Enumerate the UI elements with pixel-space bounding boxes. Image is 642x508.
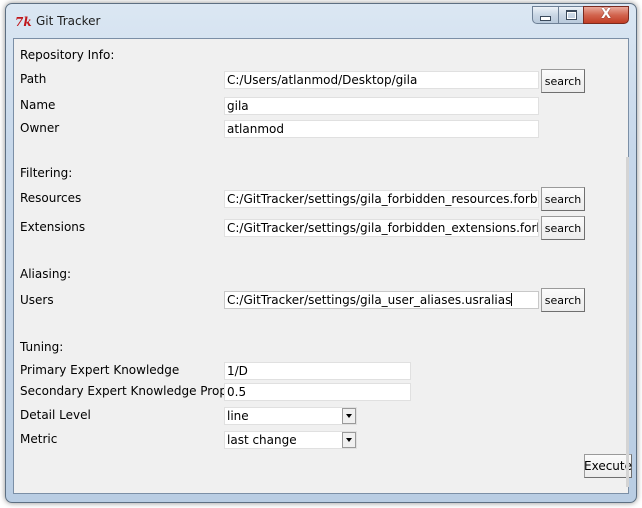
metric-label: Metric xyxy=(20,432,58,446)
resources-input[interactable]: C:/GitTracker/settings/gila_forbidden_re… xyxy=(224,190,539,208)
secondary-expert-label: Secondary Expert Knowledge Prop. xyxy=(20,384,231,398)
detail-level-value: line xyxy=(227,409,249,423)
text-caret xyxy=(511,293,513,306)
name-label: Name xyxy=(20,98,56,112)
users-input[interactable]: C:/GitTracker/settings/gila_user_aliases… xyxy=(224,291,539,309)
owner-label: Owner xyxy=(20,121,60,135)
window-title: Git Tracker xyxy=(36,14,101,28)
form-panel: Repository Info: Path C:/Users/atlanmod/… xyxy=(13,38,632,494)
maximize-icon xyxy=(565,10,577,20)
close-icon: X xyxy=(600,7,612,22)
minimize-button[interactable] xyxy=(532,6,559,24)
users-search-button[interactable]: search xyxy=(541,288,585,312)
path-search-button[interactable]: search xyxy=(541,69,585,93)
execute-button[interactable]: Execute xyxy=(584,454,632,478)
metric-select[interactable]: last change xyxy=(224,431,357,449)
close-button[interactable]: X xyxy=(583,6,629,24)
extensions-label: Extensions xyxy=(20,220,86,234)
detail-level-label: Detail Level xyxy=(20,408,91,422)
app-icon: 7k xyxy=(15,15,32,29)
metric-value: last change xyxy=(227,433,297,447)
name-input[interactable]: gila xyxy=(224,97,539,115)
extensions-input[interactable]: C:/GitTracker/settings/gila_forbidden_ex… xyxy=(224,219,539,237)
chevron-down-icon xyxy=(346,438,352,442)
minimize-icon xyxy=(540,15,551,21)
filtering-section-label: Filtering: xyxy=(20,166,73,180)
title-bar[interactable]: 7k Git Tracker X xyxy=(6,4,636,38)
git-tracker-window: 7k Git Tracker X Repository Info: Path C… xyxy=(5,3,637,503)
path-input[interactable]: C:/Users/atlanmod/Desktop/gila xyxy=(224,71,539,89)
owner-input[interactable]: atlanmod xyxy=(224,120,539,138)
repository-section-label: Repository Info: xyxy=(20,48,115,62)
aliasing-section-label: Aliasing: xyxy=(20,267,72,281)
resources-search-button[interactable]: search xyxy=(541,187,585,211)
primary-expert-input[interactable]: 1/D xyxy=(224,362,411,380)
resources-label: Resources xyxy=(20,191,82,205)
detail-level-dropdown-button[interactable] xyxy=(342,408,356,424)
metric-dropdown-button[interactable] xyxy=(342,432,356,448)
chevron-down-icon xyxy=(346,414,352,418)
detail-level-select[interactable]: line xyxy=(224,407,357,425)
extensions-search-button[interactable]: search xyxy=(541,216,585,240)
maximize-button[interactable] xyxy=(558,6,584,24)
primary-expert-label: Primary Expert Knowledge xyxy=(20,363,180,377)
tuning-section-label: Tuning: xyxy=(20,340,64,354)
path-label: Path xyxy=(20,72,47,86)
users-input-value: C:/GitTracker/settings/gila_user_aliases… xyxy=(227,293,512,307)
users-label: Users xyxy=(20,293,54,307)
secondary-expert-input[interactable]: 0.5 xyxy=(224,383,411,401)
